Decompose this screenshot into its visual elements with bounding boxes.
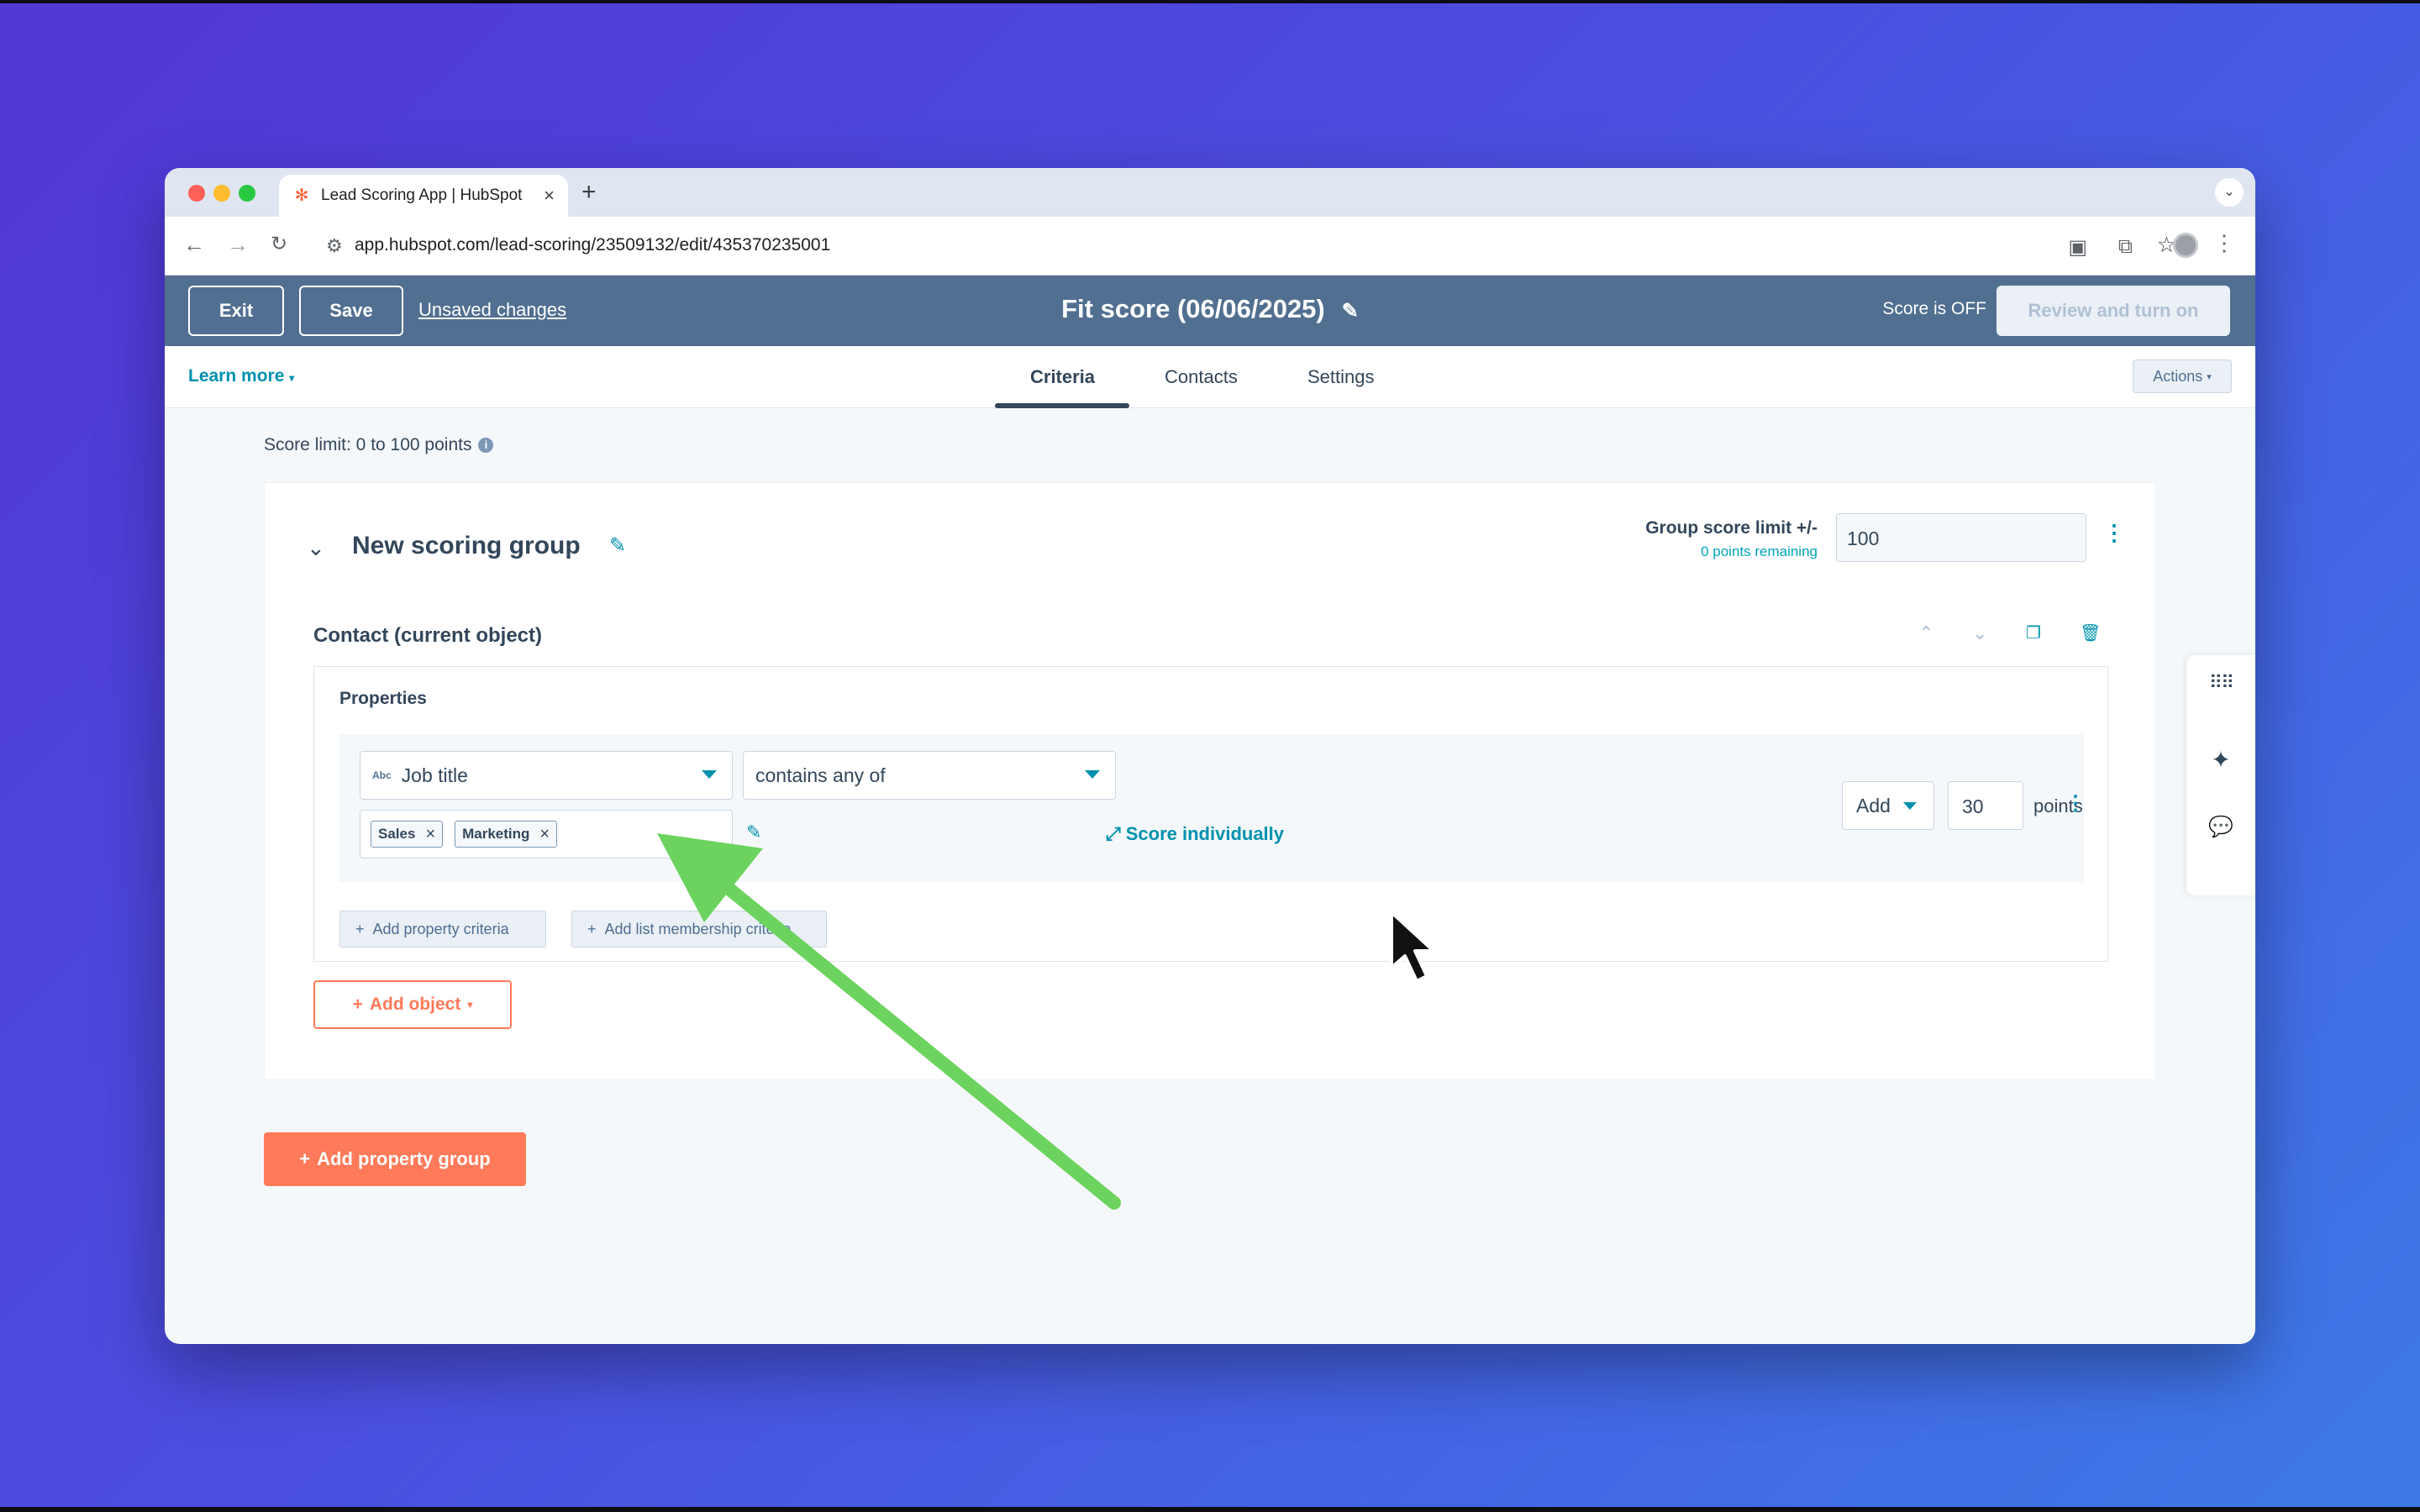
add-object-label: Add object: [369, 995, 461, 1014]
remove-tag-icon[interactable]: ×: [425, 825, 435, 844]
browser-window: ✻ Lead Scoring App | HubSpot × + ⌄ ← → ↻…: [165, 168, 2255, 1344]
site-settings-icon[interactable]: ⚙: [326, 235, 343, 257]
score-individually-link[interactable]: ⤢ Score individually: [1106, 823, 1284, 845]
action-value: Add: [1856, 794, 1891, 816]
score-limit-label: Score limit: 0 to 100 points: [264, 435, 472, 454]
browser-tab[interactable]: ✻ Lead Scoring App | HubSpot ×: [279, 175, 568, 217]
edit-group-pencil-icon[interactable]: ✎: [609, 533, 626, 558]
edit-values-pencil-icon[interactable]: ✎: [746, 822, 761, 843]
info-icon[interactable]: i: [478, 438, 494, 454]
property-select[interactable]: Abc Job title: [360, 751, 733, 800]
profile-avatar[interactable]: [2173, 233, 2198, 258]
sparkle-ai-icon[interactable]: ✦: [2186, 746, 2255, 774]
new-tab-icon[interactable]: +: [581, 178, 597, 207]
add-list-membership-criteria-button[interactable]: + Add list membership criteria: [571, 911, 827, 948]
properties-title: Properties: [339, 689, 427, 708]
expand-arrows-icon: ⤢: [1106, 823, 1121, 844]
copy-icon[interactable]: ❐: [2026, 622, 2041, 643]
value-tag: Sales ×: [371, 821, 444, 848]
scoring-group-card: ⌄ New scoring group ✎ Group score limit …: [264, 482, 2156, 1080]
learn-more-dropdown[interactable]: Learn more ▾: [188, 366, 294, 386]
criteria-row: Abc Job title contains any of Sales × Mar…: [339, 734, 2086, 882]
reload-icon[interactable]: ↻: [271, 232, 287, 256]
hubspot-logo-icon: ✻: [294, 186, 309, 205]
forward-icon[interactable]: →: [227, 232, 249, 258]
add-property-criteria-button[interactable]: + Add property criteria: [339, 911, 546, 948]
dropdown-caret-icon: [702, 770, 717, 779]
caret-down-icon: ▾: [467, 999, 473, 1011]
move-down-icon[interactable]: ⌄: [1972, 622, 1987, 644]
move-up-icon[interactable]: ⌃: [1918, 622, 1933, 644]
tab-criteria[interactable]: Criteria: [1030, 366, 1095, 388]
dropdown-caret-icon: [1085, 770, 1100, 779]
actions-dropdown[interactable]: Actions ▾: [2133, 360, 2232, 393]
browser-toolbar: ← → ↻ ⚙ app.hubspot.com/lead-scoring/235…: [165, 217, 2255, 276]
operator-select[interactable]: contains any of: [743, 751, 1116, 800]
browser-menu-icon[interactable]: ⋮: [2213, 230, 2235, 256]
collapse-chevron-icon[interactable]: ⌄: [307, 535, 325, 561]
review-and-turn-on-button[interactable]: Review and turn on: [1996, 286, 2230, 336]
editor-header: Exit Save Unsaved changes Fit score (06/…: [165, 276, 2255, 346]
extensions-puzzle-icon[interactable]: ⧉: [2118, 235, 2133, 259]
dropdown-caret-icon: [1903, 802, 1917, 810]
close-window-button[interactable]: [188, 185, 205, 202]
values-tag-input[interactable]: Sales × Marketing ×: [360, 810, 733, 858]
group-title: New scoring group: [352, 532, 581, 559]
tab-strip: ✻ Lead Scoring App | HubSpot × + ⌄: [165, 168, 2255, 217]
remove-tag-icon[interactable]: ×: [539, 825, 550, 844]
add-list-criteria-label: Add list membership criteria: [604, 920, 792, 937]
plus-icon: +: [299, 1148, 311, 1169]
add-property-group-button[interactable]: + Add property group: [264, 1132, 526, 1186]
add-object-button[interactable]: + Add object ▾: [313, 980, 512, 1029]
url-text: app.hubspot.com/lead-scoring/23509132/ed…: [355, 235, 831, 255]
close-tab-icon[interactable]: ×: [544, 185, 555, 207]
score-status: Score is OFF: [1882, 299, 1986, 318]
add-property-group-label: Add property group: [317, 1148, 491, 1169]
grid-handle-icon[interactable]: ⠿⠿: [2186, 672, 2255, 694]
plus-icon: +: [587, 920, 597, 937]
extension-icon[interactable]: ▣: [2068, 235, 2087, 260]
add-property-criteria-label: Add property criteria: [372, 920, 509, 937]
operator-value: contains any of: [755, 764, 886, 786]
points-input[interactable]: 30: [1948, 781, 2023, 830]
plus-icon: +: [355, 920, 365, 937]
caret-down-icon: ▾: [289, 372, 295, 384]
delete-trash-icon[interactable]: 🗑: [2080, 622, 2101, 643]
tag-label: Sales: [378, 826, 416, 842]
learn-more-label: Learn more: [188, 366, 285, 386]
property-value: Job title: [401, 764, 468, 786]
properties-box: Properties Abc Job title contains any of…: [313, 666, 2108, 962]
right-side-dock: ⠿⠿ ✦ 💬: [2186, 655, 2255, 895]
score-individually-label: Score individually: [1125, 823, 1285, 844]
tag-label: Marketing: [462, 826, 530, 842]
score-limit-text: Score limit: 0 to 100 points i: [264, 435, 494, 455]
tab-settings[interactable]: Settings: [1307, 366, 1375, 388]
back-icon[interactable]: ←: [183, 232, 205, 258]
address-bar[interactable]: ⚙ app.hubspot.com/lead-scoring/23509132/…: [311, 225, 2176, 265]
points-action-select[interactable]: Add: [1842, 781, 1934, 830]
edit-title-pencil-icon[interactable]: ✎: [1342, 300, 1359, 323]
text-type-icon: Abc: [372, 769, 392, 781]
object-title: Contact (current object): [313, 624, 543, 647]
actions-label: Actions: [2153, 367, 2203, 385]
chat-icon[interactable]: 💬: [2186, 815, 2255, 839]
minimize-window-button[interactable]: [213, 185, 230, 202]
tab-title: Lead Scoring App | HubSpot: [321, 186, 523, 204]
points-remaining: 0 points remaining: [1701, 543, 1818, 559]
tab-contacts[interactable]: Contacts: [1165, 366, 1238, 388]
group-menu-icon[interactable]: ⋮: [2103, 520, 2125, 546]
active-tab-indicator: [995, 403, 1129, 408]
group-score-limit-label: Group score limit +/-: [1645, 518, 1818, 538]
value-tag: Marketing ×: [455, 821, 558, 848]
group-score-limit-input[interactable]: 100: [1836, 513, 2086, 562]
score-title: Fit score (06/06/2025): [1061, 294, 1325, 323]
maximize-window-button[interactable]: [239, 185, 255, 202]
tab-search-icon[interactable]: ⌄: [2215, 178, 2244, 207]
plus-icon: +: [352, 995, 363, 1014]
sub-navigation: Learn more ▾ Criteria Contacts Settings …: [165, 346, 2255, 408]
criteria-menu-icon[interactable]: ⋮: [2065, 791, 2086, 816]
caret-down-icon: ▾: [2207, 371, 2212, 382]
